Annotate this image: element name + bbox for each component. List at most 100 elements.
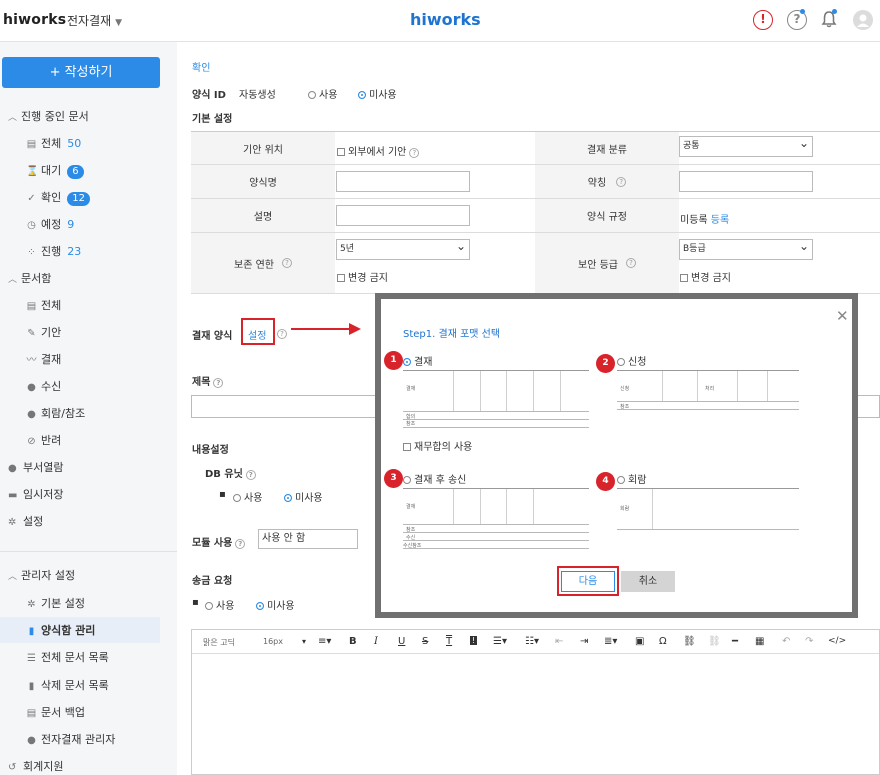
next-button[interactable]: 다음 (561, 571, 615, 592)
sidebar-item-deleted-list[interactable]: ▮ 삭제 문서 목록 (26, 677, 109, 693)
sidebar-item-progress[interactable]: ⁘ 진행 23 (26, 243, 81, 259)
section-admin[interactable]: ︿ 관리자 설정 (8, 567, 75, 583)
help-icon[interactable]: ? (245, 470, 256, 480)
item-label: 결재 (41, 353, 62, 366)
settings-table: 기안 위치 외부에서 기안? 결재 분류 공통 양식명 약칭? 설명 양식 규정… (191, 131, 880, 294)
hiworks-logo[interactable]: hiworks (3, 12, 66, 28)
description-label: 설명 (191, 199, 335, 232)
sidebar-item-accounting[interactable]: ↺ 회계지원 (8, 758, 63, 774)
italic-icon[interactable]: I (374, 636, 378, 647)
sidebar-item-rejected[interactable]: ⊘ 반려 (26, 432, 61, 448)
red-arrow-line (291, 328, 349, 330)
link-icon[interactable]: ⛓ (683, 636, 696, 647)
numbered-list-icon[interactable]: ☷▾ (525, 636, 539, 647)
section-in-progress[interactable]: ︿ 진행 중인 문서 (8, 108, 89, 124)
sidebar-item-approval-admin[interactable]: ● 전자결재 관리자 (26, 731, 115, 747)
form-id-use-radio[interactable]: 사용 (308, 86, 337, 101)
close-icon[interactable]: ✕ (836, 307, 849, 325)
remit-notuse-radio[interactable]: 미사용 (256, 597, 295, 612)
highlight-icon[interactable]: ! (470, 636, 478, 645)
retention-select[interactable]: 5년 (336, 237, 470, 260)
line-height-icon[interactable]: ≡▾ (318, 636, 331, 647)
font-size-chevron-icon[interactable]: ▾ (302, 637, 306, 646)
trash-icon: ▮ (28, 681, 35, 692)
sidebar-item-doc-list[interactable]: ☰ 전체 문서 목록 (26, 649, 109, 665)
font-family-select[interactable]: 맑은 고딕 (203, 637, 235, 648)
option-approval-radio[interactable]: 결재 (403, 353, 432, 368)
remit-use-radio[interactable]: 사용 (205, 597, 234, 612)
bold-icon[interactable]: B (349, 636, 357, 647)
form-id-notuse-radio[interactable]: 미사용 (358, 86, 397, 101)
alert-icon[interactable]: ! (753, 10, 773, 30)
help-icon[interactable]: ? (235, 539, 246, 549)
redo-icon[interactable]: ↷ (805, 636, 813, 647)
sidebar-item-settings[interactable]: ✲ 설정 (8, 513, 43, 529)
image-icon[interactable]: ▣ (635, 636, 644, 647)
write-button[interactable]: + 작성하기 (2, 57, 160, 88)
sidebar-item-temp-save[interactable]: ▬ 임시저장 (8, 486, 63, 502)
cancel-button[interactable]: 취소 (621, 571, 675, 592)
bullet-list-icon[interactable]: ☰▾ (493, 636, 507, 647)
help-icon[interactable]: ? (213, 378, 224, 388)
sidebar-item-receive[interactable]: ● 수신 (26, 378, 61, 394)
approval-category-select[interactable]: 공통 (679, 134, 813, 157)
register-link[interactable]: 등록 (711, 215, 729, 226)
unlink-icon[interactable]: ⛓ (708, 636, 721, 647)
horizontal-rule-icon[interactable]: ━ (732, 636, 738, 647)
sidebar-item-box-all[interactable]: ▤ 전체 (26, 297, 61, 313)
indent-icon[interactable]: ⇥ (580, 636, 588, 647)
form-name-input[interactable] (336, 171, 470, 192)
financial-agreement-checkbox[interactable]: 재무합의 사용 (403, 438, 472, 453)
table-row: 기안 위치 외부에서 기안? 결재 분류 공통 (191, 132, 880, 165)
strikethrough-icon[interactable]: S (422, 636, 428, 647)
confirm-link[interactable]: 확인 (192, 59, 210, 74)
underline-icon[interactable]: U (398, 636, 405, 647)
outdent-icon[interactable]: ⇤ (555, 636, 563, 647)
option-apply-radio[interactable]: 신청 (617, 353, 646, 368)
history-icon: ↺ (8, 762, 17, 773)
avatar-icon[interactable] (853, 10, 873, 30)
option-circulate-radio[interactable]: 회람 (617, 471, 646, 486)
db-unit-use-radio[interactable]: 사용 (233, 489, 262, 504)
bullet: ▪ (192, 597, 199, 608)
retention-no-change-checkbox[interactable]: 변경 금지 (337, 269, 388, 284)
db-unit-notuse-radio[interactable]: 미사용 (284, 489, 323, 504)
item-label: 부서열람 (23, 461, 64, 474)
external-draft-checkbox[interactable]: 외부에서 기안? (337, 143, 420, 158)
preview-line (617, 529, 799, 530)
app-menu-dropdown[interactable]: 전자결재 ▼ (67, 12, 122, 29)
sidebar-item-backup[interactable]: ▤ 문서 백업 (26, 704, 85, 720)
sidebar-item-scheduled[interactable]: ◷ 예정 9 (26, 216, 74, 232)
sidebar-item-approval[interactable]: 〰 결재 (26, 351, 62, 367)
section-document-box[interactable]: ︿ 문서함 (8, 270, 51, 286)
help-icon[interactable]: ? (616, 176, 627, 187)
sidebar-item-draft[interactable]: ✎ 기안 (26, 324, 61, 340)
source-code-icon[interactable]: </> (828, 636, 846, 646)
chevron-up-icon: ︿ (8, 572, 18, 582)
abbreviation-input[interactable] (679, 171, 813, 192)
help-icon[interactable]: ? (277, 329, 287, 339)
description-input[interactable] (336, 205, 470, 226)
module-select[interactable]: 사용 안 함 (258, 529, 358, 549)
sidebar-item-all[interactable]: ▤ 전체 50 (26, 135, 81, 151)
center-logo[interactable]: hiworks (410, 10, 481, 29)
help-icon[interactable]: ? (625, 258, 636, 268)
omega-icon[interactable]: Ω (659, 636, 667, 647)
security-select[interactable]: B등급 (679, 237, 813, 260)
sidebar-item-circulate[interactable]: ● 회람/참조 (26, 405, 85, 421)
help-icon[interactable]: ? (409, 148, 420, 158)
sidebar-item-confirm[interactable]: ✓ 확인 12 (26, 189, 90, 206)
option-approve-send-radio[interactable]: 결재 후 송신 (403, 471, 466, 486)
align-icon[interactable]: ≣▾ (604, 636, 617, 647)
font-size-select[interactable]: 16px (263, 637, 283, 646)
text-color-icon[interactable]: T (446, 636, 452, 647)
table-icon[interactable]: ▦ (755, 636, 764, 647)
undo-icon[interactable]: ↶ (782, 636, 790, 647)
help-icon[interactable]: ? (281, 258, 292, 268)
security-no-change-checkbox[interactable]: 변경 금지 (680, 269, 731, 284)
sidebar-item-dept-view[interactable]: ● 부서열람 (8, 459, 63, 475)
rich-text-editor[interactable]: 맑은 고딕 16px ▾ ≡▾ B I U S T ! ☰▾ ☷▾ ⇤ ⇥ ≣▾… (191, 629, 880, 775)
sidebar-item-basic-settings[interactable]: ✲ 기본 설정 (26, 595, 85, 611)
sidebar-item-waiting[interactable]: ⌛ 대기 6 (26, 162, 84, 179)
sidebar-item-form-box[interactable]: ▮ 양식함 관리 (26, 622, 96, 638)
